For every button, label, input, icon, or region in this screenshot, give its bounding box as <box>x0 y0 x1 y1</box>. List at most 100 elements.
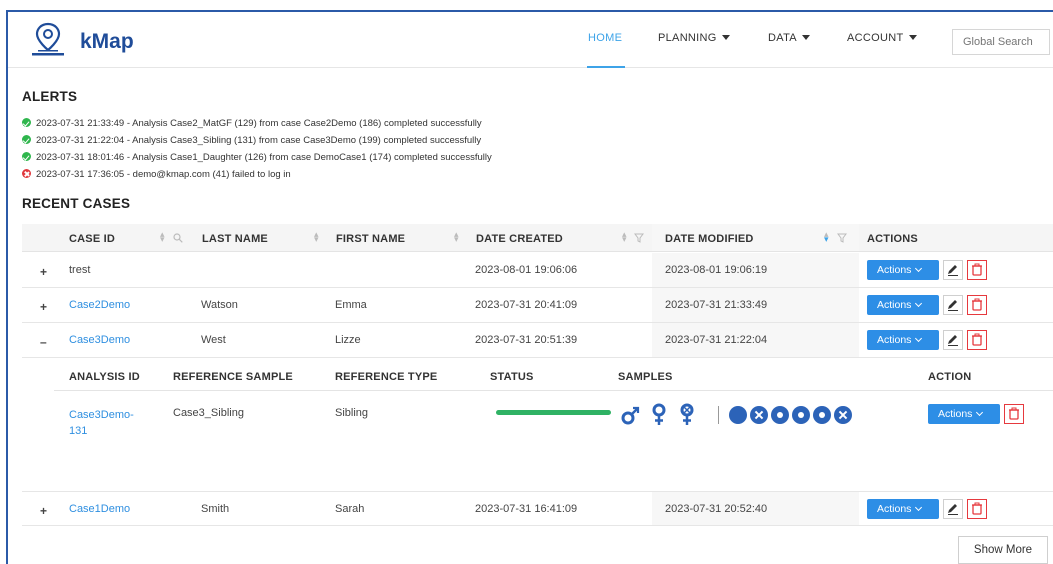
pencil-icon <box>948 265 958 276</box>
trash-icon <box>972 333 982 346</box>
analysis-actions-dropdown-button[interactable]: Actions <box>928 404 1000 424</box>
analysis-header: ANALYSIS ID REFERENCE SAMPLE REFERENCE T… <box>54 361 1053 391</box>
date-created: 2023-07-31 16:41:09 <box>475 503 578 515</box>
analysis-id-link[interactable]: Case3Demo- 131 <box>69 407 134 439</box>
caret-down-icon <box>801 35 810 40</box>
date-modified: 2023-07-31 21:33:49 <box>665 299 768 311</box>
trash-icon <box>972 263 982 276</box>
alert-item: 2023-07-31 18:01:46 - Analysis Case1_Dau… <box>22 151 492 165</box>
delete-button[interactable] <box>967 295 987 315</box>
filter-icon[interactable] <box>634 233 644 243</box>
map-pin-logo-icon <box>32 22 64 56</box>
sample-marker-icon <box>813 406 831 424</box>
nav-planning[interactable]: PLANNING <box>658 32 730 44</box>
table-row-expanded: – Case3Demo West Lizze 2023-07-31 20:51:… <box>22 323 1053 358</box>
analysis-delete-button[interactable] <box>1004 404 1024 424</box>
date-modified: 2023-07-31 21:22:04 <box>665 334 768 346</box>
sample-marker-icon <box>792 406 810 424</box>
last-name: Smith <box>201 503 230 515</box>
edit-button[interactable] <box>943 499 963 519</box>
chevron-down-icon <box>915 299 923 308</box>
top-navbar: kMap HOME PLANNING DATA ACCOUNT <box>8 12 1053 68</box>
first-name: Sarah <box>335 503 365 515</box>
sample-marker-icon <box>729 406 747 424</box>
female-excluded-icon <box>680 403 694 425</box>
col-first-name[interactable]: FIRST NAME <box>336 233 405 245</box>
col-action: ACTION <box>928 371 972 383</box>
col-analysis-id: ANALYSIS ID <box>69 371 140 383</box>
actions-dropdown-button[interactable]: Actions <box>867 330 939 350</box>
pencil-icon <box>948 504 958 515</box>
nav-active-underline <box>587 66 625 68</box>
trash-icon <box>972 502 982 515</box>
trash-icon <box>1009 407 1019 420</box>
sort-icon[interactable]: ▴ ▾ <box>824 230 829 244</box>
expand-row-icon[interactable]: + <box>40 504 47 518</box>
nav-account[interactable]: ACCOUNT <box>847 32 917 44</box>
caret-down-icon <box>721 35 730 40</box>
success-check-icon <box>22 118 31 127</box>
date-modified: 2023-08-01 19:06:19 <box>665 264 768 276</box>
delete-button[interactable] <box>967 330 987 350</box>
success-check-icon <box>22 135 31 144</box>
status-progress-bar <box>496 410 611 415</box>
expand-row-icon[interactable]: + <box>40 265 47 279</box>
app-frame: kMap HOME PLANNING DATA ACCOUNT ALERTS 2… <box>6 10 1053 564</box>
case-id: trest <box>69 264 91 276</box>
nav-data[interactable]: DATA <box>768 32 810 44</box>
alert-item: 2023-07-31 17:36:05 - demo@kmap.com (41)… <box>22 168 291 182</box>
case-id-link[interactable]: Case3Demo <box>69 334 130 346</box>
nav-home[interactable]: HOME <box>588 32 622 44</box>
edit-button[interactable] <box>943 260 963 280</box>
recent-cases-title: RECENT CASES <box>22 196 131 211</box>
col-date-modified[interactable]: DATE MODIFIED <box>665 233 754 245</box>
col-reference-sample: REFERENCE SAMPLE <box>173 371 293 383</box>
last-name: West <box>201 334 226 346</box>
sample-excluded-icon <box>834 406 852 424</box>
chevron-down-icon <box>915 503 923 512</box>
edit-button[interactable] <box>943 330 963 350</box>
col-case-id[interactable]: CASE ID <box>69 233 115 245</box>
collapse-row-icon[interactable]: – <box>40 335 47 349</box>
date-created: 2023-07-31 20:51:39 <box>475 334 578 346</box>
case-id-link[interactable]: Case1Demo <box>69 503 130 515</box>
sort-icon[interactable]: ▴ ▾ <box>622 230 627 244</box>
search-icon[interactable] <box>173 233 183 243</box>
reference-sample: Case3_Sibling <box>173 407 244 419</box>
actions-dropdown-button[interactable]: Actions <box>867 260 939 280</box>
sample-excluded-icon <box>750 406 768 424</box>
success-check-icon <box>22 152 31 161</box>
delete-button[interactable] <box>967 499 987 519</box>
sort-icon[interactable]: ▴ ▾ <box>454 230 459 244</box>
pencil-icon <box>948 335 958 346</box>
col-actions: ACTIONS <box>867 233 918 245</box>
chevron-down-icon <box>976 408 984 417</box>
sample-marker-icon <box>771 406 789 424</box>
delete-button[interactable] <box>967 260 987 280</box>
samples-divider <box>718 406 719 424</box>
col-last-name[interactable]: LAST NAME <box>202 233 268 245</box>
alert-item: 2023-07-31 21:33:49 - Analysis Case2_Mat… <box>22 117 482 131</box>
sort-icon[interactable]: ▴ ▾ <box>160 230 165 244</box>
global-search-input[interactable] <box>952 29 1050 55</box>
last-name: Watson <box>201 299 238 311</box>
case-id-link[interactable]: Case2Demo <box>69 299 130 311</box>
expand-row-icon[interactable]: + <box>40 300 47 314</box>
actions-dropdown-button[interactable]: Actions <box>867 295 939 315</box>
show-more-button[interactable]: Show More <box>958 536 1048 564</box>
col-samples: SAMPLES <box>618 371 673 383</box>
brand-name[interactable]: kMap <box>80 30 134 54</box>
table-row: + trest 2023-08-01 19:06:06 2023-08-01 1… <box>22 253 1053 288</box>
filter-icon[interactable] <box>837 233 847 243</box>
sort-icon[interactable]: ▴ ▾ <box>314 230 319 244</box>
first-name: Emma <box>335 299 367 311</box>
edit-button[interactable] <box>943 295 963 315</box>
col-date-created[interactable]: DATE CREATED <box>476 233 563 245</box>
col-reference-type: REFERENCE TYPE <box>335 371 438 383</box>
table-row: + Case2Demo Watson Emma 2023-07-31 20:41… <box>22 288 1053 323</box>
chevron-down-icon <box>915 334 923 343</box>
actions-dropdown-button[interactable]: Actions <box>867 499 939 519</box>
date-created: 2023-07-31 20:41:09 <box>475 299 578 311</box>
analysis-subtable: ANALYSIS ID REFERENCE SAMPLE REFERENCE T… <box>54 361 1053 491</box>
alerts-title: ALERTS <box>22 89 78 104</box>
